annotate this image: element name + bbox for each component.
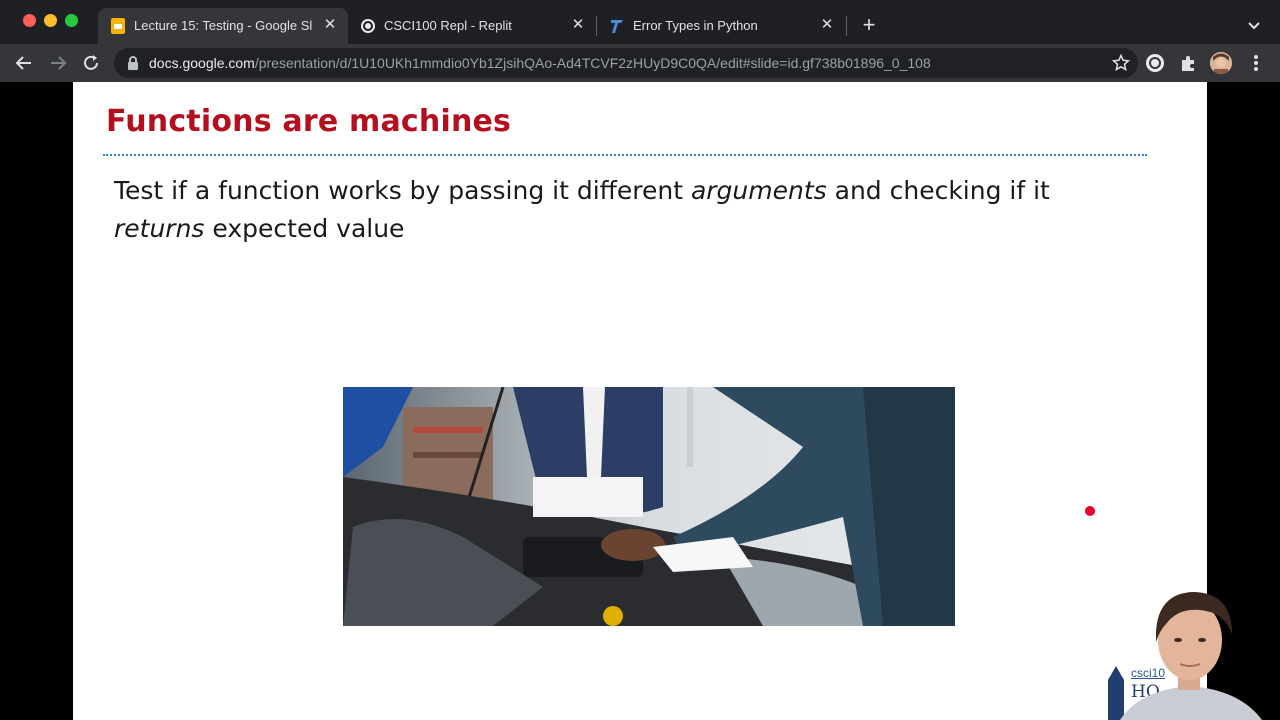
browser-toolbar: docs.google.com/presentation/d/1U10UKh1m… <box>0 44 1280 82</box>
grammar-extension-icon[interactable] <box>1145 53 1165 73</box>
url-host: docs.google.com <box>149 55 255 71</box>
back-arrow-icon[interactable] <box>14 53 34 73</box>
minimize-window-button[interactable] <box>44 14 57 27</box>
tab-title: Lecture 15: Testing - Google Sl <box>134 18 313 33</box>
tab-title: CSCI100 Repl - Replit <box>384 18 512 33</box>
presentation-slide: Functions are machines Test if a functio… <box>73 82 1207 720</box>
slide-body-text: Test if a function works by passing it d… <box>114 172 1124 248</box>
tab-strip: Lecture 15: Testing - Google Sl ✕ CSCI10… <box>0 0 1280 44</box>
slide-title: Functions are machines <box>106 104 512 139</box>
typora-icon <box>611 20 623 33</box>
avatar-face-icon <box>1210 52 1232 74</box>
tab-separator <box>846 16 847 36</box>
body-emphasis-arguments: arguments <box>690 176 827 205</box>
close-tab-icon[interactable]: ✕ <box>819 17 835 33</box>
url-path: /presentation/d/1U10UKh1mmdio0Yb1ZjsihQA… <box>254 55 931 71</box>
address-bar[interactable]: docs.google.com/presentation/d/1U10UKh1m… <box>114 48 1138 78</box>
close-window-button[interactable] <box>23 14 36 27</box>
chevron-down-icon[interactable] <box>1245 16 1263 34</box>
presenter-webcam <box>1100 582 1280 720</box>
lock-icon <box>128 56 138 70</box>
replit-icon <box>361 19 375 33</box>
body-emphasis-returns: returns <box>114 214 205 243</box>
body-text-segment: and checking if it <box>826 176 1050 205</box>
profile-avatar[interactable] <box>1210 52 1232 74</box>
mechanic-photo <box>343 387 955 626</box>
close-tab-icon[interactable]: ✕ <box>322 17 338 33</box>
tab-error-types[interactable]: Error Types in Python ✕ <box>597 8 845 44</box>
new-tab-button[interactable]: + <box>858 14 880 36</box>
maximize-window-button[interactable] <box>65 14 78 27</box>
bookmark-star-icon[interactable] <box>1112 54 1130 72</box>
reload-icon[interactable] <box>81 53 101 73</box>
tab-replit[interactable]: CSCI100 Repl - Replit ✕ <box>348 8 596 44</box>
close-tab-icon[interactable]: ✕ <box>570 17 586 33</box>
body-text-segment: Test if a function works by passing it d… <box>114 176 691 205</box>
body-text-segment: expected value <box>204 214 405 243</box>
extensions-puzzle-icon[interactable] <box>1178 53 1198 73</box>
title-divider <box>103 154 1147 156</box>
url-text: docs.google.com/presentation/d/1U10UKh1m… <box>149 55 931 71</box>
google-slides-icon <box>111 18 125 34</box>
more-menu-icon[interactable] <box>1248 53 1264 73</box>
laser-pointer <box>1085 506 1095 516</box>
tab-title: Error Types in Python <box>633 18 758 33</box>
forward-arrow-icon[interactable] <box>48 53 68 73</box>
tab-lecture-slides[interactable]: Lecture 15: Testing - Google Sl ✕ <box>98 8 348 44</box>
